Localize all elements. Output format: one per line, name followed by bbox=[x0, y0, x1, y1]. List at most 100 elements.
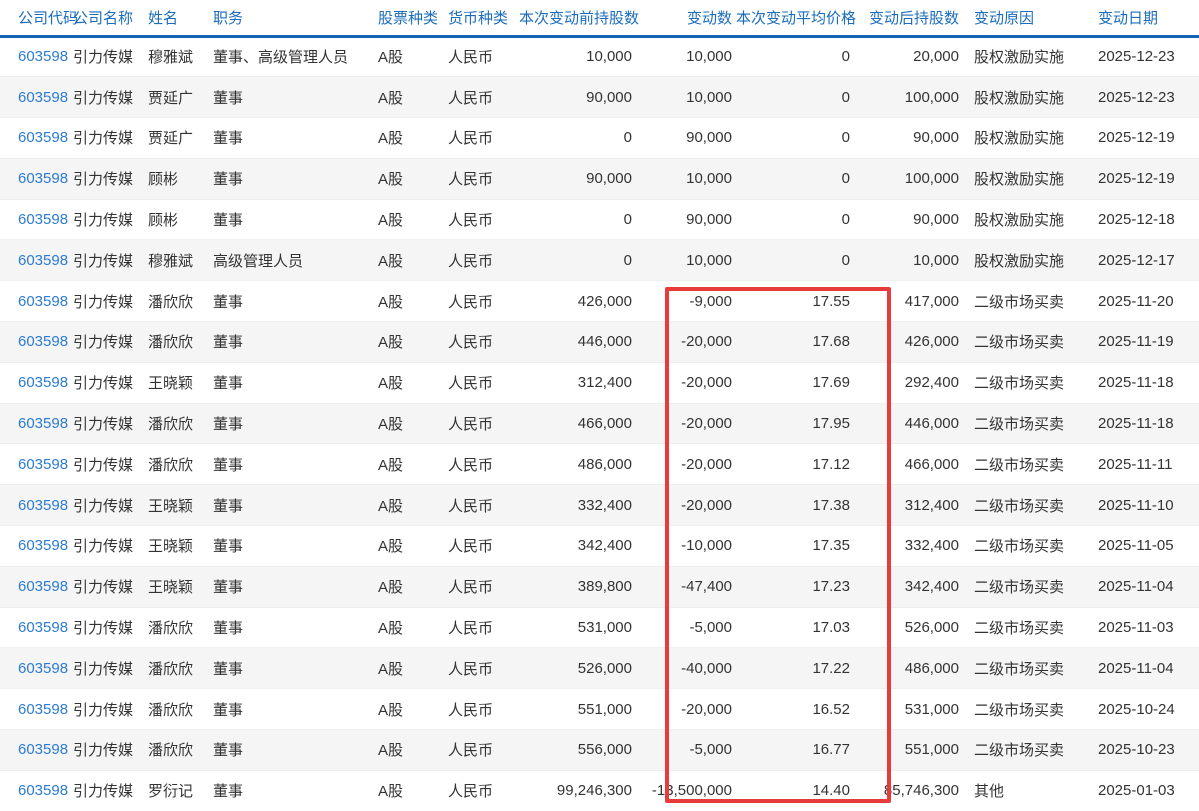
cell-shares-before: 312,400 bbox=[519, 362, 640, 403]
cell-change-amount: 90,000 bbox=[640, 199, 736, 240]
cell-change-reason: 二级市场买卖 bbox=[965, 526, 1089, 567]
cell-company-code: 603598 bbox=[0, 730, 73, 771]
cell-person-name: 贾延广 bbox=[148, 77, 213, 118]
stock-code-link[interactable]: 603598 bbox=[18, 660, 68, 677]
table-row: 603598引力传媒王晓颖董事A股人民币312,400-20,00017.692… bbox=[0, 362, 1199, 403]
table-row: 603598引力传媒王晓颖董事A股人民币342,400-10,00017.353… bbox=[0, 526, 1199, 567]
stock-code-link[interactable]: 603598 bbox=[18, 129, 68, 146]
insider-trading-table-page: 公司代码公司名称姓名职务股票种类货币种类本次变动前持股数变动数本次变动平均价格变… bbox=[0, 0, 1199, 811]
cell-position: 董事 bbox=[213, 199, 378, 240]
cell-currency: 人民币 bbox=[448, 118, 519, 159]
cell-person-name: 王晓颖 bbox=[148, 485, 213, 526]
cell-change-date: 2025-12-19 bbox=[1089, 118, 1199, 159]
cell-currency: 人民币 bbox=[448, 485, 519, 526]
cell-avg-price: 17.69 bbox=[736, 362, 862, 403]
stock-code-link[interactable]: 603598 bbox=[18, 293, 68, 310]
cell-change-date: 2025-12-17 bbox=[1089, 240, 1199, 281]
cell-stock-type: A股 bbox=[378, 77, 448, 118]
cell-company-code: 603598 bbox=[0, 648, 73, 689]
cell-company-name: 引力传媒 bbox=[73, 403, 148, 444]
cell-change-date: 2025-12-18 bbox=[1089, 199, 1199, 240]
table-body: 603598引力传媒穆雅斌董事、高级管理人员A股人民币10,00010,0000… bbox=[0, 36, 1199, 811]
cell-position: 董事 bbox=[213, 322, 378, 363]
cell-shares-before: 90,000 bbox=[519, 77, 640, 118]
stock-code-link[interactable]: 603598 bbox=[18, 701, 68, 718]
cell-shares-after: 417,000 bbox=[862, 281, 965, 322]
cell-avg-price: 0 bbox=[736, 240, 862, 281]
cell-currency: 人民币 bbox=[448, 526, 519, 567]
cell-change-reason: 二级市场买卖 bbox=[965, 648, 1089, 689]
cell-change-amount: -13,500,000 bbox=[640, 770, 736, 811]
table-row: 603598引力传媒王晓颖董事A股人民币389,800-47,40017.233… bbox=[0, 566, 1199, 607]
stock-code-link[interactable]: 603598 bbox=[18, 374, 68, 391]
cell-stock-type: A股 bbox=[378, 36, 448, 77]
cell-stock-type: A股 bbox=[378, 566, 448, 607]
stock-code-link[interactable]: 603598 bbox=[18, 497, 68, 514]
cell-company-name: 引力传媒 bbox=[73, 607, 148, 648]
cell-change-date: 2025-11-18 bbox=[1089, 403, 1199, 444]
table-row: 603598引力传媒穆雅斌高级管理人员A股人民币010,000010,000股权… bbox=[0, 240, 1199, 281]
table-row: 603598引力传媒潘欣欣董事A股人民币486,000-20,00017.124… bbox=[0, 444, 1199, 485]
cell-stock-type: A股 bbox=[378, 403, 448, 444]
stock-code-link[interactable]: 603598 bbox=[18, 252, 68, 269]
stock-code-link[interactable]: 603598 bbox=[18, 48, 68, 65]
stock-code-link[interactable]: 603598 bbox=[18, 89, 68, 106]
cell-person-name: 王晓颖 bbox=[148, 362, 213, 403]
stock-code-link[interactable]: 603598 bbox=[18, 170, 68, 187]
cell-company-name: 引力传媒 bbox=[73, 199, 148, 240]
cell-shares-before: 526,000 bbox=[519, 648, 640, 689]
cell-company-code: 603598 bbox=[0, 770, 73, 811]
cell-shares-after: 551,000 bbox=[862, 730, 965, 771]
stock-code-link[interactable]: 603598 bbox=[18, 619, 68, 636]
cell-company-code: 603598 bbox=[0, 158, 73, 199]
cell-person-name: 潘欣欣 bbox=[148, 444, 213, 485]
stock-code-link[interactable]: 603598 bbox=[18, 333, 68, 350]
cell-shares-before: 90,000 bbox=[519, 158, 640, 199]
stock-code-link[interactable]: 603598 bbox=[18, 415, 68, 432]
cell-person-name: 顾彬 bbox=[148, 158, 213, 199]
col-header-company-code: 公司代码 bbox=[0, 0, 73, 36]
cell-avg-price: 17.22 bbox=[736, 648, 862, 689]
cell-company-name: 引力传媒 bbox=[73, 77, 148, 118]
cell-shares-before: 426,000 bbox=[519, 281, 640, 322]
cell-change-reason: 股权激励实施 bbox=[965, 77, 1089, 118]
cell-change-amount: -20,000 bbox=[640, 689, 736, 730]
cell-shares-after: 486,000 bbox=[862, 648, 965, 689]
cell-company-name: 引力传媒 bbox=[73, 648, 148, 689]
stock-code-link[interactable]: 603598 bbox=[18, 741, 68, 758]
cell-person-name: 王晓颖 bbox=[148, 526, 213, 567]
cell-avg-price: 17.35 bbox=[736, 526, 862, 567]
cell-shares-before: 0 bbox=[519, 199, 640, 240]
cell-position: 高级管理人员 bbox=[213, 240, 378, 281]
cell-shares-before: 531,000 bbox=[519, 607, 640, 648]
stock-code-link[interactable]: 603598 bbox=[18, 782, 68, 799]
cell-company-name: 引力传媒 bbox=[73, 730, 148, 771]
cell-avg-price: 17.38 bbox=[736, 485, 862, 526]
stock-code-link[interactable]: 603598 bbox=[18, 211, 68, 228]
stock-code-link[interactable]: 603598 bbox=[18, 537, 68, 554]
table-row: 603598引力传媒潘欣欣董事A股人民币531,000-5,00017.0352… bbox=[0, 607, 1199, 648]
cell-shares-before: 342,400 bbox=[519, 526, 640, 567]
cell-company-name: 引力传媒 bbox=[73, 566, 148, 607]
cell-shares-after: 446,000 bbox=[862, 403, 965, 444]
cell-change-date: 2025-11-03 bbox=[1089, 607, 1199, 648]
cell-person-name: 贾延广 bbox=[148, 118, 213, 159]
col-header-change-date: 变动日期 bbox=[1089, 0, 1199, 36]
table-row: 603598引力传媒潘欣欣董事A股人民币446,000-20,00017.684… bbox=[0, 322, 1199, 363]
col-header-avg-price: 本次变动平均价格 bbox=[736, 0, 862, 36]
cell-position: 董事 bbox=[213, 362, 378, 403]
cell-person-name: 潘欣欣 bbox=[148, 322, 213, 363]
cell-change-reason: 股权激励实施 bbox=[965, 118, 1089, 159]
cell-avg-price: 17.55 bbox=[736, 281, 862, 322]
cell-currency: 人民币 bbox=[448, 158, 519, 199]
cell-currency: 人民币 bbox=[448, 362, 519, 403]
stock-code-link[interactable]: 603598 bbox=[18, 456, 68, 473]
cell-currency: 人民币 bbox=[448, 444, 519, 485]
cell-change-reason: 股权激励实施 bbox=[965, 36, 1089, 77]
cell-change-amount: 10,000 bbox=[640, 158, 736, 199]
cell-company-name: 引力传媒 bbox=[73, 118, 148, 159]
cell-avg-price: 0 bbox=[736, 77, 862, 118]
cell-person-name: 潘欣欣 bbox=[148, 648, 213, 689]
stock-code-link[interactable]: 603598 bbox=[18, 578, 68, 595]
cell-currency: 人民币 bbox=[448, 322, 519, 363]
